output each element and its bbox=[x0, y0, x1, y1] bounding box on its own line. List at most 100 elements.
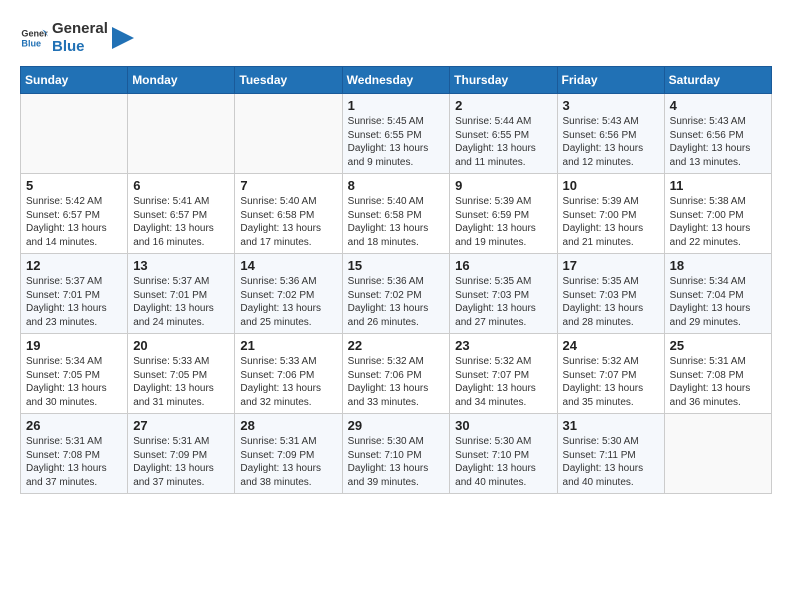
day-info: Sunrise: 5:39 AM Sunset: 7:00 PM Dayligh… bbox=[563, 195, 659, 249]
day-info: Sunrise: 5:36 AM Sunset: 7:02 PM Dayligh… bbox=[348, 275, 445, 329]
day-info: Sunrise: 5:37 AM Sunset: 7:01 PM Dayligh… bbox=[133, 275, 229, 329]
calendar-cell: 6Sunrise: 5:41 AM Sunset: 6:57 PM Daylig… bbox=[128, 174, 235, 254]
day-number: 1 bbox=[348, 98, 445, 113]
calendar-table: SundayMondayTuesdayWednesdayThursdayFrid… bbox=[20, 66, 772, 494]
page-header: General Blue General Blue bbox=[20, 20, 772, 56]
day-number: 20 bbox=[133, 338, 229, 353]
calendar-cell: 17 Sunrise: 5:35 AM Sunset: 7:03 PM Dayli… bbox=[557, 254, 664, 334]
day-info: Sunrise: 5:32 AM Sunset: 7:07 PM Dayligh… bbox=[563, 355, 659, 409]
day-number: 17 bbox=[563, 258, 659, 273]
calendar-week-row: 5Sunrise: 5:42 AM Sunset: 6:57 PM Daylig… bbox=[21, 174, 772, 254]
day-info: Sunrise: 5:31 AM Sunset: 7:08 PM Dayligh… bbox=[26, 435, 122, 489]
day-info: Sunrise: 5:40 AM Sunset: 6:58 PM Dayligh… bbox=[348, 195, 445, 249]
day-number: 29 bbox=[348, 418, 445, 433]
day-number: 9 bbox=[455, 178, 551, 193]
day-info: Sunrise: 5:37 AM Sunset: 7:01 PM Dayligh… bbox=[26, 275, 122, 329]
calendar-cell: 28 Sunrise: 5:31 AM Sunset: 7:09 PM Dayli… bbox=[235, 414, 342, 494]
logo-general: General bbox=[52, 20, 108, 38]
calendar-cell: 14Sunrise: 5:36 AM Sunset: 7:02 PM Dayli… bbox=[235, 254, 342, 334]
day-info: Sunrise: 5:34 AM Sunset: 7:04 PM Dayligh… bbox=[670, 275, 766, 329]
calendar-cell: 19 Sunrise: 5:34 AM Sunset: 7:05 PM Dayli… bbox=[21, 334, 128, 414]
day-info: Sunrise: 5:41 AM Sunset: 6:57 PM Dayligh… bbox=[133, 195, 229, 249]
day-number: 8 bbox=[348, 178, 445, 193]
calendar-cell: 18 Sunrise: 5:34 AM Sunset: 7:04 PM Dayli… bbox=[664, 254, 771, 334]
weekday-header: Saturday bbox=[664, 67, 771, 94]
day-info: Sunrise: 5:30 AM Sunset: 7:10 PM Dayligh… bbox=[348, 435, 445, 489]
day-number: 28 bbox=[240, 418, 336, 433]
calendar-cell bbox=[128, 94, 235, 174]
calendar-cell bbox=[664, 414, 771, 494]
svg-text:Blue: Blue bbox=[21, 38, 41, 48]
calendar-cell: 26Sunrise: 5:31 AM Sunset: 7:08 PM Dayli… bbox=[21, 414, 128, 494]
calendar-cell: 22 Sunrise: 5:32 AM Sunset: 7:06 PM Dayli… bbox=[342, 334, 450, 414]
day-info: Sunrise: 5:42 AM Sunset: 6:57 PM Dayligh… bbox=[26, 195, 122, 249]
day-info: Sunrise: 5:43 AM Sunset: 6:56 PM Dayligh… bbox=[670, 115, 766, 169]
day-info: Sunrise: 5:33 AM Sunset: 7:05 PM Dayligh… bbox=[133, 355, 229, 409]
day-number: 4 bbox=[670, 98, 766, 113]
day-info: Sunrise: 5:43 AM Sunset: 6:56 PM Dayligh… bbox=[563, 115, 659, 169]
day-info: Sunrise: 5:35 AM Sunset: 7:03 PM Dayligh… bbox=[563, 275, 659, 329]
day-info: Sunrise: 5:33 AM Sunset: 7:06 PM Dayligh… bbox=[240, 355, 336, 409]
day-number: 25 bbox=[670, 338, 766, 353]
calendar-cell: 29 Sunrise: 5:30 AM Sunset: 7:10 PM Dayli… bbox=[342, 414, 450, 494]
calendar-cell: 23 Sunrise: 5:32 AM Sunset: 7:07 PM Dayli… bbox=[450, 334, 557, 414]
day-number: 10 bbox=[563, 178, 659, 193]
calendar-cell bbox=[235, 94, 342, 174]
weekday-header: Friday bbox=[557, 67, 664, 94]
calendar-cell: 5Sunrise: 5:42 AM Sunset: 6:57 PM Daylig… bbox=[21, 174, 128, 254]
calendar-cell: 13 Sunrise: 5:37 AM Sunset: 7:01 PM Dayli… bbox=[128, 254, 235, 334]
calendar-cell: 10 Sunrise: 5:39 AM Sunset: 7:00 PM Dayli… bbox=[557, 174, 664, 254]
calendar-cell bbox=[21, 94, 128, 174]
calendar-week-row: 12 Sunrise: 5:37 AM Sunset: 7:01 PM Dayli… bbox=[21, 254, 772, 334]
day-number: 12 bbox=[26, 258, 122, 273]
day-info: Sunrise: 5:31 AM Sunset: 7:09 PM Dayligh… bbox=[133, 435, 229, 489]
calendar-cell: 31Sunrise: 5:30 AM Sunset: 7:11 PM Dayli… bbox=[557, 414, 664, 494]
day-number: 3 bbox=[563, 98, 659, 113]
calendar-body: 1 Sunrise: 5:45 AM Sunset: 6:55 PM Daylig… bbox=[21, 94, 772, 494]
logo: General Blue General Blue bbox=[20, 20, 134, 56]
day-info: Sunrise: 5:32 AM Sunset: 7:06 PM Dayligh… bbox=[348, 355, 445, 409]
calendar-cell: 3 Sunrise: 5:43 AM Sunset: 6:56 PM Daylig… bbox=[557, 94, 664, 174]
day-number: 27 bbox=[133, 418, 229, 433]
calendar-cell: 1 Sunrise: 5:45 AM Sunset: 6:55 PM Daylig… bbox=[342, 94, 450, 174]
calendar-cell: 24 Sunrise: 5:32 AM Sunset: 7:07 PM Dayli… bbox=[557, 334, 664, 414]
day-info: Sunrise: 5:36 AM Sunset: 7:02 PM Dayligh… bbox=[240, 275, 336, 329]
calendar-cell: 2Sunrise: 5:44 AM Sunset: 6:55 PM Daylig… bbox=[450, 94, 557, 174]
calendar-cell: 16Sunrise: 5:35 AM Sunset: 7:03 PM Dayli… bbox=[450, 254, 557, 334]
calendar-cell: 12 Sunrise: 5:37 AM Sunset: 7:01 PM Dayli… bbox=[21, 254, 128, 334]
svg-text:General: General bbox=[21, 29, 48, 39]
day-number: 24 bbox=[563, 338, 659, 353]
calendar-cell: 30Sunrise: 5:30 AM Sunset: 7:10 PM Dayli… bbox=[450, 414, 557, 494]
logo-blue: Blue bbox=[52, 38, 108, 56]
day-number: 15 bbox=[348, 258, 445, 273]
calendar-cell: 20 Sunrise: 5:33 AM Sunset: 7:05 PM Dayli… bbox=[128, 334, 235, 414]
day-info: Sunrise: 5:30 AM Sunset: 7:10 PM Dayligh… bbox=[455, 435, 551, 489]
calendar-cell: 21Sunrise: 5:33 AM Sunset: 7:06 PM Dayli… bbox=[235, 334, 342, 414]
calendar-cell: 4 Sunrise: 5:43 AM Sunset: 6:56 PM Daylig… bbox=[664, 94, 771, 174]
day-info: Sunrise: 5:34 AM Sunset: 7:05 PM Dayligh… bbox=[26, 355, 122, 409]
calendar-cell: 25 Sunrise: 5:31 AM Sunset: 7:08 PM Dayli… bbox=[664, 334, 771, 414]
weekday-header: Monday bbox=[128, 67, 235, 94]
day-info: Sunrise: 5:38 AM Sunset: 7:00 PM Dayligh… bbox=[670, 195, 766, 249]
weekday-header: Wednesday bbox=[342, 67, 450, 94]
logo-arrow-icon bbox=[112, 27, 134, 49]
day-number: 13 bbox=[133, 258, 229, 273]
day-number: 7 bbox=[240, 178, 336, 193]
day-number: 22 bbox=[348, 338, 445, 353]
calendar-cell: 11Sunrise: 5:38 AM Sunset: 7:00 PM Dayli… bbox=[664, 174, 771, 254]
logo-icon: General Blue bbox=[20, 24, 48, 52]
day-number: 19 bbox=[26, 338, 122, 353]
day-info: Sunrise: 5:31 AM Sunset: 7:09 PM Dayligh… bbox=[240, 435, 336, 489]
day-info: Sunrise: 5:30 AM Sunset: 7:11 PM Dayligh… bbox=[563, 435, 659, 489]
calendar-week-row: 26Sunrise: 5:31 AM Sunset: 7:08 PM Dayli… bbox=[21, 414, 772, 494]
calendar-header-row: SundayMondayTuesdayWednesdayThursdayFrid… bbox=[21, 67, 772, 94]
calendar-week-row: 1 Sunrise: 5:45 AM Sunset: 6:55 PM Daylig… bbox=[21, 94, 772, 174]
day-info: Sunrise: 5:45 AM Sunset: 6:55 PM Dayligh… bbox=[348, 115, 445, 169]
calendar-week-row: 19 Sunrise: 5:34 AM Sunset: 7:05 PM Dayli… bbox=[21, 334, 772, 414]
day-number: 23 bbox=[455, 338, 551, 353]
day-info: Sunrise: 5:32 AM Sunset: 7:07 PM Dayligh… bbox=[455, 355, 551, 409]
day-number: 18 bbox=[670, 258, 766, 273]
calendar-cell: 8 Sunrise: 5:40 AM Sunset: 6:58 PM Daylig… bbox=[342, 174, 450, 254]
weekday-header: Thursday bbox=[450, 67, 557, 94]
day-info: Sunrise: 5:31 AM Sunset: 7:08 PM Dayligh… bbox=[670, 355, 766, 409]
